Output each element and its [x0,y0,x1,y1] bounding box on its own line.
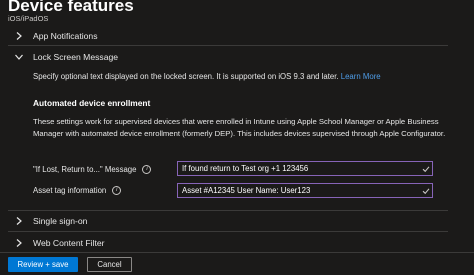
enrollment-description: These settings work for supervised devic… [33,117,446,138]
automated-enrollment-heading: Automated device enrollment [33,98,151,108]
cancel-button[interactable]: Cancel [87,257,132,272]
footer-bar: Review + save Cancel [0,252,474,275]
section-lock-screen-message[interactable]: Lock Screen Message [14,50,118,64]
checkmark-icon [422,165,430,173]
page-subtitle: iOS/iPadOS [8,14,49,23]
section-label: Single sign-on [33,216,88,226]
section-app-notifications[interactable]: App Notifications [14,29,98,43]
field-label-text: Asset tag information [33,186,107,195]
review-save-button[interactable]: Review + save [8,257,78,272]
info-icon[interactable]: i [112,186,122,195]
description-text: Specify optional text displayed on the l… [33,72,339,81]
section-label: Lock Screen Message [33,52,119,62]
chevron-down-icon [14,52,24,62]
if-lost-message-label: "If Lost, Return to..." Message i [33,165,152,174]
asset-tag-label: Asset tag information i [33,186,122,195]
section-label: App Notifications [33,31,98,41]
chevron-right-icon [14,216,24,226]
if-lost-message-input[interactable] [177,161,433,176]
info-icon[interactable]: i [142,165,152,174]
asset-tag-input[interactable] [177,183,433,198]
divider [8,45,448,46]
section-single-sign-on[interactable]: Single sign-on [14,214,87,228]
checkmark-icon [422,187,430,195]
learn-more-link[interactable]: Learn More [341,72,381,81]
field-label-text: "If Lost, Return to..." Message [33,165,137,174]
divider [8,231,448,232]
section-web-content-filter[interactable]: Web Content Filter [14,236,105,250]
more-icon[interactable]: ··· [121,1,134,12]
lock-screen-description: Specify optional text displayed on the l… [33,72,381,81]
divider [8,210,448,211]
section-label: Web Content Filter [33,238,105,248]
chevron-right-icon [14,238,24,248]
chevron-right-icon [14,31,24,41]
